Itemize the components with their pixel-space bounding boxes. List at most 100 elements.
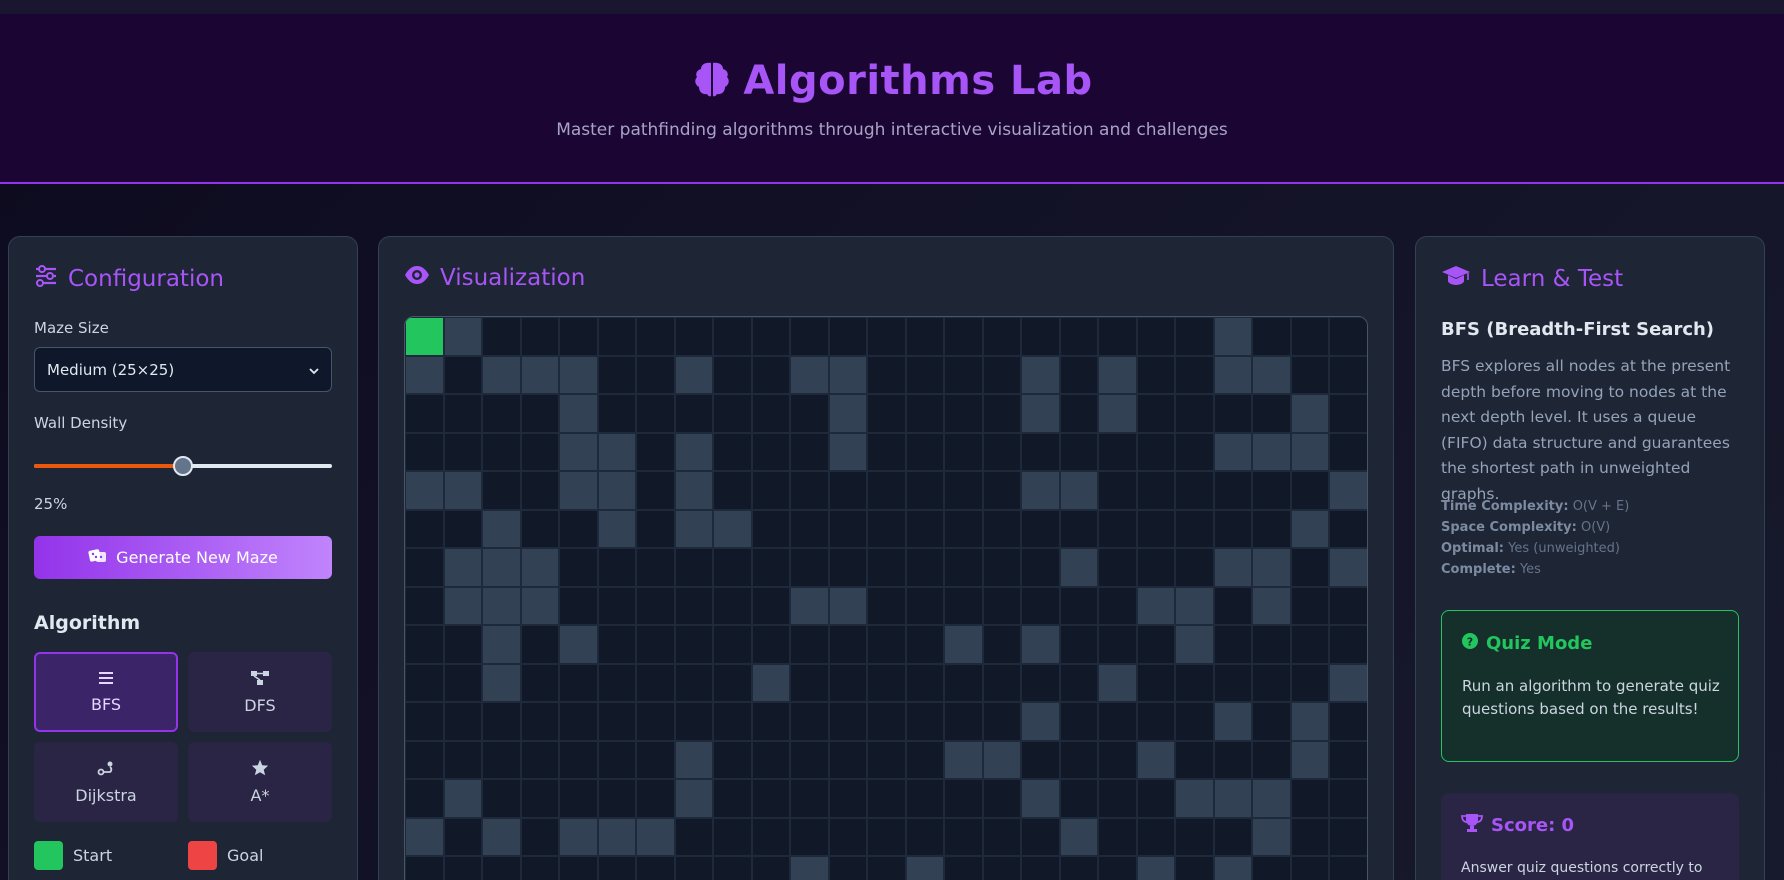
maze-cell[interactable] <box>597 625 636 664</box>
maze-wall-cell[interactable] <box>405 471 444 510</box>
maze-wall-cell[interactable] <box>559 471 598 510</box>
maze-wall-cell[interactable] <box>482 355 521 394</box>
maze-wall-cell[interactable] <box>559 817 598 856</box>
maze-cell[interactable] <box>982 817 1021 856</box>
maze-cell[interactable] <box>905 509 944 548</box>
maze-cell[interactable] <box>751 355 790 394</box>
maze-cell[interactable] <box>982 432 1021 471</box>
algo-button-bfs[interactable]: BFS <box>34 652 178 732</box>
maze-cell[interactable] <box>944 856 983 880</box>
maze-cell[interactable] <box>443 817 482 856</box>
maze-cell[interactable] <box>1098 432 1137 471</box>
maze-cell[interactable] <box>1329 702 1367 741</box>
maze-cell[interactable] <box>559 317 598 356</box>
maze-cell[interactable] <box>1021 586 1060 625</box>
maze-cell[interactable] <box>636 471 675 510</box>
maze-cell[interactable] <box>1175 702 1214 741</box>
maze-cell[interactable] <box>905 663 944 702</box>
maze-cell[interactable] <box>1329 740 1367 779</box>
maze-cell[interactable] <box>405 509 444 548</box>
maze-wall-cell[interactable] <box>1290 394 1329 433</box>
maze-cell[interactable] <box>674 817 713 856</box>
maze-cell[interactable] <box>443 509 482 548</box>
maze-cell[interactable] <box>636 317 675 356</box>
maze-cell[interactable] <box>559 702 598 741</box>
maze-cell[interactable] <box>1175 548 1214 587</box>
maze-cell[interactable] <box>1252 663 1291 702</box>
maze-cell[interactable] <box>1290 625 1329 664</box>
maze-cell[interactable] <box>1021 509 1060 548</box>
maze-cell[interactable] <box>1175 394 1214 433</box>
maze-cell[interactable] <box>443 625 482 664</box>
maze-cell[interactable] <box>1098 817 1137 856</box>
maze-cell[interactable] <box>751 856 790 880</box>
maze-wall-cell[interactable] <box>520 586 559 625</box>
maze-cell[interactable] <box>905 471 944 510</box>
maze-cell[interactable] <box>751 394 790 433</box>
maze-cell[interactable] <box>1175 856 1214 880</box>
maze-cell[interactable] <box>713 856 752 880</box>
maze-cell[interactable] <box>674 625 713 664</box>
maze-cell[interactable] <box>982 548 1021 587</box>
maze-cell[interactable] <box>1175 355 1214 394</box>
maze-wall-cell[interactable] <box>405 355 444 394</box>
maze-cell[interactable] <box>1329 509 1367 548</box>
maze-cell[interactable] <box>674 663 713 702</box>
maze-cell[interactable] <box>636 548 675 587</box>
maze-cell[interactable] <box>982 355 1021 394</box>
maze-wall-cell[interactable] <box>944 740 983 779</box>
maze-cell[interactable] <box>751 471 790 510</box>
maze-cell[interactable] <box>1329 586 1367 625</box>
maze-cell[interactable] <box>944 509 983 548</box>
maze-cell[interactable] <box>674 856 713 880</box>
maze-wall-cell[interactable] <box>1098 663 1137 702</box>
maze-cell[interactable] <box>1329 394 1367 433</box>
maze-cell[interactable] <box>1136 548 1175 587</box>
maze-cell[interactable] <box>905 740 944 779</box>
maze-cell[interactable] <box>1213 394 1252 433</box>
maze-cell[interactable] <box>982 856 1021 880</box>
maze-wall-cell[interactable] <box>1213 702 1252 741</box>
maze-cell[interactable] <box>520 317 559 356</box>
maze-cell[interactable] <box>597 663 636 702</box>
maze-wall-cell[interactable] <box>1213 432 1252 471</box>
maze-cell[interactable] <box>443 432 482 471</box>
maze-wall-cell[interactable] <box>1213 317 1252 356</box>
maze-cell[interactable] <box>1136 817 1175 856</box>
maze-wall-cell[interactable] <box>597 509 636 548</box>
maze-wall-cell[interactable] <box>1021 394 1060 433</box>
maze-cell[interactable] <box>1136 394 1175 433</box>
maze-wall-cell[interactable] <box>1329 663 1367 702</box>
maze-wall-cell[interactable] <box>1329 471 1367 510</box>
maze-cell[interactable] <box>597 856 636 880</box>
maze-wall-cell[interactable] <box>1213 779 1252 818</box>
maze-cell[interactable] <box>790 779 829 818</box>
maze-cell[interactable] <box>713 702 752 741</box>
maze-cell[interactable] <box>751 548 790 587</box>
maze-wall-cell[interactable] <box>443 779 482 818</box>
maze-wall-cell[interactable] <box>1252 548 1291 587</box>
maze-wall-cell[interactable] <box>1213 355 1252 394</box>
maze-wall-cell[interactable] <box>1252 355 1291 394</box>
maze-cell[interactable] <box>713 663 752 702</box>
maze-cell[interactable] <box>559 586 598 625</box>
maze-cell[interactable] <box>867 779 906 818</box>
maze-cell[interactable] <box>674 702 713 741</box>
maze-cell[interactable] <box>1252 856 1291 880</box>
maze-cell[interactable] <box>751 625 790 664</box>
maze-wall-cell[interactable] <box>674 779 713 818</box>
maze-cell[interactable] <box>520 471 559 510</box>
maze-cell[interactable] <box>559 548 598 587</box>
maze-cell[interactable] <box>1213 586 1252 625</box>
maze-wall-cell[interactable] <box>1252 432 1291 471</box>
maze-cell[interactable] <box>1329 779 1367 818</box>
maze-cell[interactable] <box>828 625 867 664</box>
maze-cell[interactable] <box>1252 317 1291 356</box>
maze-wall-cell[interactable] <box>905 856 944 880</box>
maze-cell[interactable] <box>905 317 944 356</box>
maze-wall-cell[interactable] <box>1213 856 1252 880</box>
maze-cell[interactable] <box>982 317 1021 356</box>
maze-wall-cell[interactable] <box>1290 740 1329 779</box>
maze-cell[interactable] <box>790 509 829 548</box>
maze-cell[interactable] <box>597 779 636 818</box>
